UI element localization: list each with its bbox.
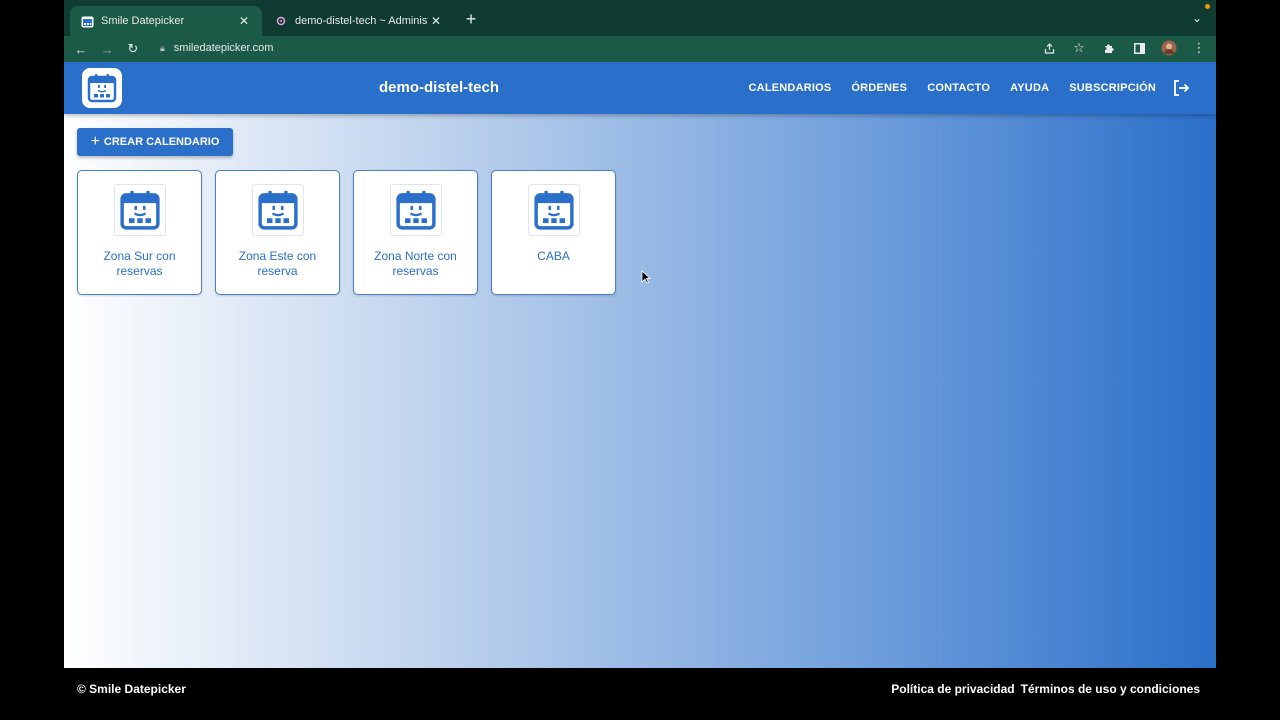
tab-smile-datepicker[interactable]: Smile Datepicker ✕ [70, 6, 262, 36]
calendar-list: Zona Sur con reservas Zona Este con rese… [77, 170, 616, 295]
nav-ordenes[interactable]: ÓRDENES [851, 82, 907, 94]
calendar-card[interactable]: Zona Norte con reservas [353, 170, 478, 295]
chevron-down-icon[interactable]: ⌄ [1192, 11, 1206, 25]
recording-indicator [1205, 4, 1210, 9]
nav-contacto[interactable]: CONTACTO [927, 82, 990, 94]
admin-icon [274, 14, 288, 28]
profile-avatar[interactable] [1156, 36, 1182, 60]
nav-ayuda[interactable]: AYUDA [1010, 82, 1049, 94]
browser-window: Smile Datepicker ✕ demo-distel-tech ~ Ad… [64, 0, 1216, 720]
calendar-icon [113, 184, 166, 236]
tab-admin[interactable]: demo-distel-tech ~ Administra ✕ [264, 6, 454, 36]
side-panel-icon[interactable] [1126, 36, 1152, 60]
app-header: demo-distel-tech CALENDARIOS ÓRDENES CON… [64, 62, 1216, 114]
mouse-cursor-icon [641, 270, 652, 284]
toolbar-actions: ☆ ⋮ [1036, 36, 1212, 60]
copyright-text: © Smile Datepicker [77, 682, 186, 696]
smile-calendar-icon [80, 14, 94, 28]
tab-title: Smile Datepicker [101, 15, 185, 27]
reload-icon[interactable]: ↻ [120, 37, 146, 61]
calendar-card[interactable]: Zona Sur con reservas [77, 170, 202, 295]
create-calendar-button[interactable]: + CREAR CALENDARIO [77, 128, 233, 156]
main-nav: CALENDARIOS ÓRDENES CONTACTO AYUDA SUBSC… [749, 62, 1156, 114]
nav-calendarios[interactable]: CALENDARIOS [749, 82, 832, 94]
browser-toolbar: ← → ↻ 🔒︎ smiledatepicker.com ☆ ⋮ [64, 36, 1216, 62]
page-title: demo-distel-tech [379, 79, 500, 96]
calendar-name: Zona Este con reserva [238, 249, 317, 278]
web-page: demo-distel-tech CALENDARIOS ÓRDENES CON… [64, 62, 1216, 668]
calendar-name: Zona Sur con reservas [103, 249, 176, 278]
logout-icon[interactable] [1172, 79, 1190, 97]
page-footer: © Smile Datepicker Política de privacida… [64, 668, 1216, 720]
create-calendar-label: CREAR CALENDARIO [103, 136, 220, 148]
forward-icon[interactable]: → [94, 37, 120, 61]
close-tab-icon[interactable]: ✕ [236, 13, 252, 29]
footer-links: Política de privacidad Términos de uso y… [891, 682, 1200, 696]
calendar-card[interactable]: CABA [491, 170, 616, 295]
calendar-icon [389, 184, 442, 236]
star-icon[interactable]: ☆ [1066, 36, 1092, 60]
calendar-icon [527, 184, 580, 236]
privacy-policy-link[interactable]: Política de privacidad [891, 682, 1014, 696]
lock-icon: 🔒︎ [160, 42, 165, 53]
plus-icon: + [90, 133, 100, 150]
calendar-card[interactable]: Zona Este con reserva [215, 170, 340, 295]
extensions-icon[interactable] [1096, 36, 1122, 60]
terms-link[interactable]: Términos de uso y condiciones [1021, 682, 1200, 696]
calendar-name: Zona Norte con reservas [374, 249, 457, 278]
nav-subscripcion[interactable]: SUBSCRIPCIÓN [1069, 82, 1156, 94]
url-text: smiledatepicker.com [173, 42, 274, 54]
tab-strip: Smile Datepicker ✕ demo-distel-tech ~ Ad… [64, 0, 1216, 36]
tab-title: demo-distel-tech ~ Administra [295, 15, 428, 27]
calendar-icon [251, 184, 304, 236]
new-tab-icon[interactable]: + [462, 10, 480, 28]
calendar-name: CABA [537, 249, 570, 263]
smile-calendar-logo[interactable] [82, 68, 122, 108]
back-icon[interactable]: ← [68, 37, 94, 61]
menu-kebab-icon[interactable]: ⋮ [1186, 36, 1212, 60]
close-tab-icon[interactable]: ✕ [428, 13, 444, 29]
share-icon[interactable] [1036, 36, 1062, 60]
